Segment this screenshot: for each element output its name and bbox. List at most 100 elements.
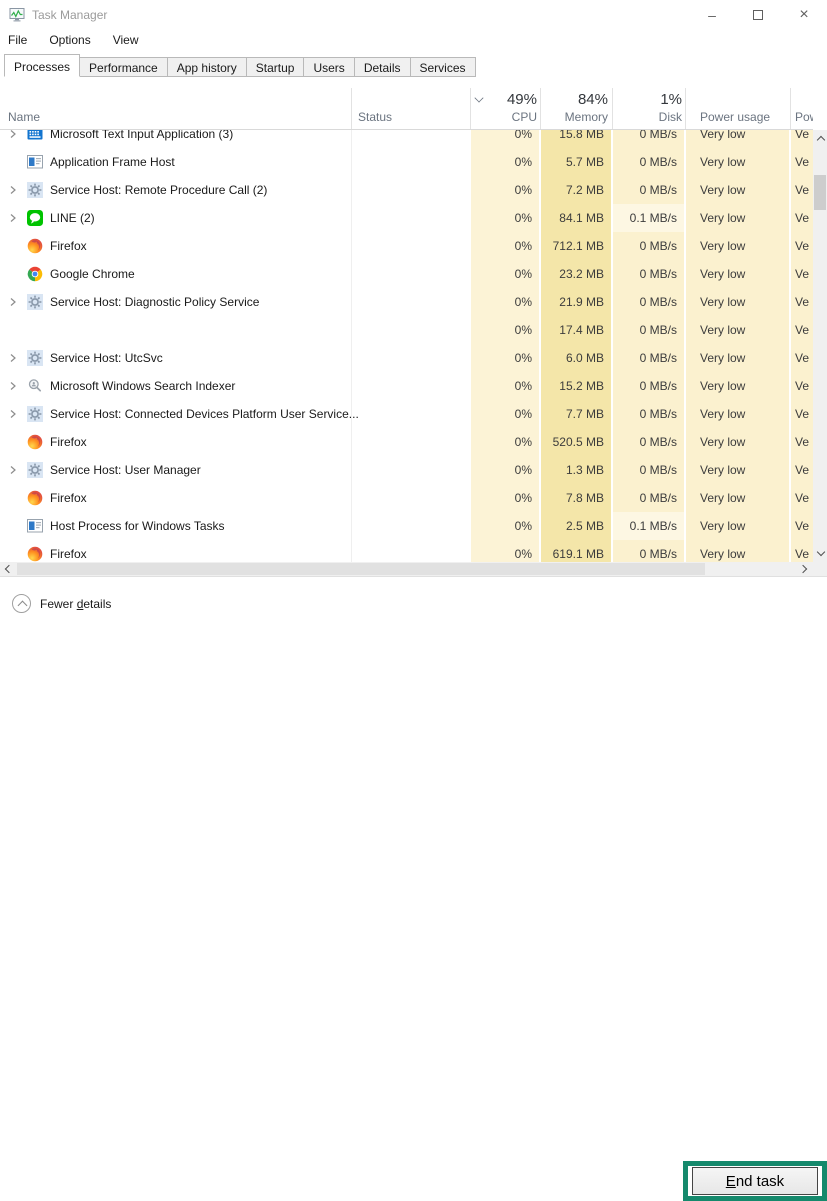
disk-cell: 0 MB/s <box>613 456 684 484</box>
tab-processes[interactable]: Processes <box>4 54 80 77</box>
tab-services[interactable]: Services <box>410 57 476 77</box>
process-name: Service Host: Diagnostic Policy Service <box>50 288 259 316</box>
process-list: Microsoft Text Input Application (3) 0% … <box>0 130 813 562</box>
scrollbar-corner <box>813 562 827 576</box>
column-name[interactable]: Name <box>8 110 40 124</box>
row-expand-icon[interactable] <box>5 294 21 310</box>
process-row[interactable]: Firefox 0% 520.5 MB 0 MB/s Very low Ve <box>0 428 813 456</box>
memory-cell: 23.2 MB <box>541 260 611 288</box>
process-name: Host Process for Windows Tasks <box>50 512 225 540</box>
cpu-cell: 0% <box>471 232 539 260</box>
vertical-scrollbar-thumb[interactable] <box>814 175 826 210</box>
power-trend-cell: Ve <box>791 232 813 260</box>
cpu-cell: 0% <box>471 344 539 372</box>
tab-details[interactable]: Details <box>354 57 411 77</box>
gear-icon <box>27 294 43 310</box>
cpu-cell: 0% <box>471 428 539 456</box>
memory-cell: 7.7 MB <box>541 400 611 428</box>
row-expand-icon[interactable] <box>5 210 21 226</box>
menu-view[interactable]: View <box>113 31 147 51</box>
process-row[interactable]: Microsoft Windows Search Indexer 0% 15.2… <box>0 372 813 400</box>
process-row[interactable]: Service Host: Diagnostic Policy Service … <box>0 288 813 316</box>
row-expand-icon[interactable] <box>5 182 21 198</box>
end-task-button[interactable]: End task <box>692 1167 818 1195</box>
process-row[interactable]: Service Host: UtcSvc 0% 6.0 MB 0 MB/s Ve… <box>0 344 813 372</box>
horizontal-scrollbar[interactable] <box>0 562 813 576</box>
power-usage-cell: Very low <box>686 372 789 400</box>
firefox-icon <box>27 434 43 450</box>
disk-cell: 0 MB/s <box>613 232 684 260</box>
process-row[interactable]: Service Host: Remote Procedure Call (2) … <box>0 176 813 204</box>
process-row[interactable]: LINE (2) 0% 84.1 MB 0.1 MB/s Very low Ve <box>0 204 813 232</box>
power-usage-cell: Very low <box>686 260 789 288</box>
fewer-details-toggle[interactable]: Fewer details <box>12 594 111 613</box>
process-row[interactable]: Firefox 0% 619.1 MB 0 MB/s Very low Ve <box>0 540 813 562</box>
cpu-cell: 0% <box>471 288 539 316</box>
gear-icon <box>27 182 43 198</box>
power-trend-cell: Ve <box>791 316 813 344</box>
power-usage-cell: Very low <box>686 204 789 232</box>
chrome-icon <box>27 266 43 282</box>
minimize-button[interactable]: – <box>689 0 735 30</box>
process-rows: Microsoft Text Input Application (3) 0% … <box>0 130 813 562</box>
memory-cell: 21.9 MB <box>541 288 611 316</box>
power-usage-cell: Very low <box>686 148 789 176</box>
process-row[interactable]: Service Host: Connected Devices Platform… <box>0 400 813 428</box>
process-name: Service Host: User Manager <box>50 456 201 484</box>
maximize-icon <box>753 10 763 20</box>
horizontal-scrollbar-thumb[interactable] <box>17 563 705 575</box>
tab-app-history[interactable]: App history <box>167 57 247 77</box>
column-cpu[interactable]: CPU <box>470 110 537 124</box>
row-expand-icon[interactable] <box>5 378 21 394</box>
tab-startup[interactable]: Startup <box>246 57 305 77</box>
cpu-cell: 0% <box>471 130 539 148</box>
process-name: Firefox <box>50 540 87 562</box>
menu-options[interactable]: Options <box>49 31 98 51</box>
menu-file[interactable]: File <box>8 31 35 51</box>
row-expand-icon[interactable] <box>5 130 21 142</box>
tab-users[interactable]: Users <box>303 57 354 77</box>
cpu-cell: 0% <box>471 512 539 540</box>
scroll-up-button[interactable] <box>813 132 827 146</box>
process-row[interactable]: Firefox 0% 712.1 MB 0 MB/s Very low Ve <box>0 232 813 260</box>
process-name: Google Chrome <box>50 260 135 288</box>
column-power-usage-trend[interactable]: Powe <box>795 110 813 124</box>
column-status[interactable]: Status <box>358 110 392 124</box>
process-row[interactable]: Host Process for Windows Tasks 0% 2.5 MB… <box>0 512 813 540</box>
vertical-scrollbar[interactable] <box>813 130 827 562</box>
tab-performance[interactable]: Performance <box>79 57 168 77</box>
scroll-left-button[interactable] <box>0 562 17 576</box>
cpu-cell: 0% <box>471 176 539 204</box>
chevron-up-circle-icon <box>12 594 31 613</box>
cpu-cell: 0% <box>471 316 539 344</box>
column-disk[interactable]: Disk <box>613 110 682 124</box>
column-memory[interactable]: Memory <box>541 110 608 124</box>
power-usage-cell: Very low <box>686 540 789 562</box>
cpu-total-pct: 49% <box>470 91 537 108</box>
power-usage-cell: Very low <box>686 176 789 204</box>
column-power-usage[interactable]: Power usage <box>700 110 770 124</box>
scroll-down-button[interactable] <box>813 546 827 560</box>
disk-cell: 0 MB/s <box>613 288 684 316</box>
process-row[interactable]: Google Chrome 0% 23.2 MB 0 MB/s Very low… <box>0 260 813 288</box>
process-row[interactable]: Service Host: User Manager 0% 1.3 MB 0 M… <box>0 456 813 484</box>
process-name: Microsoft Text Input Application (3) <box>50 130 233 148</box>
close-button[interactable]: × <box>781 0 827 30</box>
process-row[interactable]: Application Frame Host 0% 5.7 MB 0 MB/s … <box>0 148 813 176</box>
process-row[interactable]: Microsoft Text Input Application (3) 0% … <box>0 130 813 148</box>
process-name: Service Host: Remote Procedure Call (2) <box>50 176 267 204</box>
row-expand-icon[interactable] <box>5 462 21 478</box>
menu-bar: File Options View <box>0 31 161 51</box>
process-row[interactable]: Firefox 0% 7.8 MB 0 MB/s Very low Ve <box>0 484 813 512</box>
maximize-button[interactable] <box>735 0 781 30</box>
power-trend-cell: Ve <box>791 344 813 372</box>
power-usage-cell: Very low <box>686 232 789 260</box>
process-name: Microsoft Windows Search Indexer <box>50 372 235 400</box>
process-name: Firefox <box>50 232 87 260</box>
row-expand-icon[interactable] <box>5 350 21 366</box>
memory-cell: 5.7 MB <box>541 148 611 176</box>
process-row[interactable]: 0% 17.4 MB 0 MB/s Very low Ve <box>0 316 813 344</box>
scroll-right-button[interactable] <box>796 562 813 576</box>
power-trend-cell: Ve <box>791 260 813 288</box>
row-expand-icon[interactable] <box>5 406 21 422</box>
